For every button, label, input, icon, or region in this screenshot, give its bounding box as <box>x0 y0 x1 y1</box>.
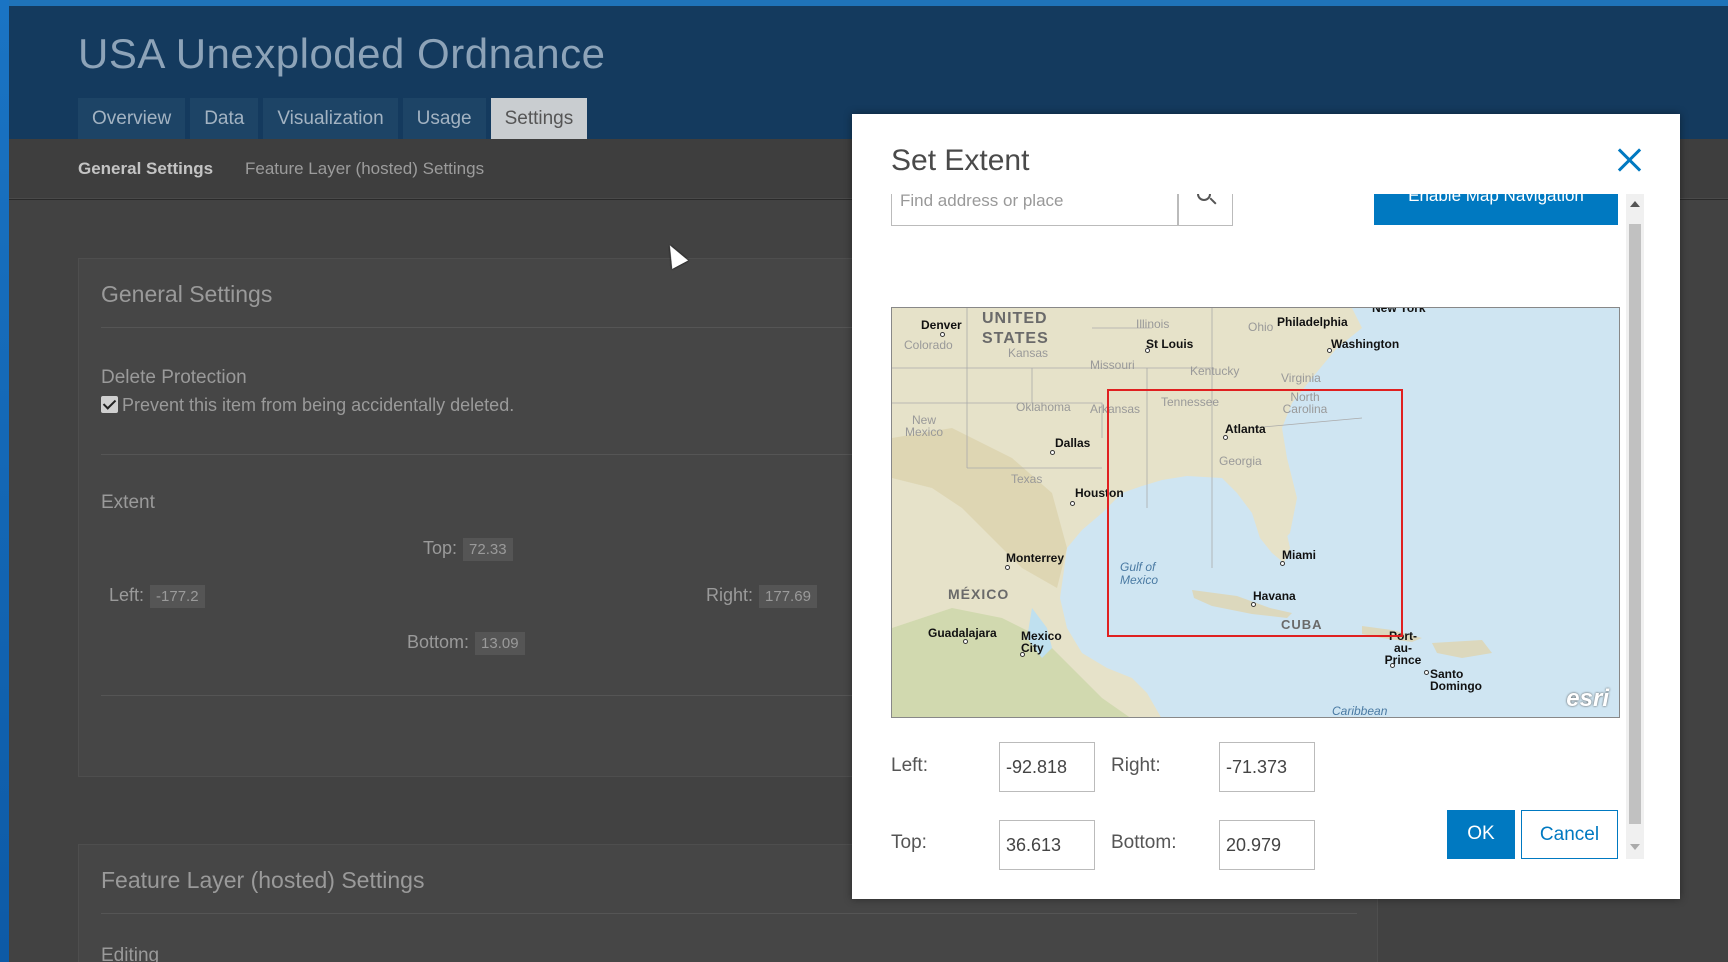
divider <box>101 913 1357 914</box>
extent-right-label: Right: <box>706 585 754 605</box>
map-label: Denver <box>921 318 962 332</box>
search-input[interactable]: Find address or place <box>891 194 1178 226</box>
extent-left-label: Left: <box>109 585 145 605</box>
dialog-body: Find address or place Enable Map Navigat… <box>852 194 1652 894</box>
map-label: Guadalajara <box>928 626 997 640</box>
map-label: Mexico City <box>1021 629 1062 655</box>
extent-bottom-value: 13.09 <box>475 632 525 655</box>
map-label: St Louis <box>1146 337 1194 351</box>
map-label: Kentucky <box>1190 364 1240 378</box>
general-settings-heading: General Settings <box>101 281 273 307</box>
map-label: Virginia <box>1281 371 1321 385</box>
city-marker <box>1050 450 1055 455</box>
map-label: Missouri <box>1090 358 1135 372</box>
city-marker <box>1005 565 1010 570</box>
tab-overview[interactable]: Overview <box>78 98 186 139</box>
extent-top-label: Top: <box>423 538 458 558</box>
dialog-scrollbar[interactable] <box>1626 194 1644 859</box>
map-label: Oklahoma <box>1016 400 1071 414</box>
cancel-button[interactable]: Cancel <box>1521 810 1618 859</box>
map-label: UNITED <box>982 310 1048 327</box>
city-marker <box>1390 663 1395 668</box>
window-frame-left <box>0 0 9 962</box>
extent-label: Extent <box>101 492 155 513</box>
feature-layer-heading: Feature Layer (hosted) Settings <box>101 867 425 893</box>
esri-logo: esri <box>1566 685 1609 712</box>
map-label: Philadelphia <box>1277 315 1348 329</box>
scroll-up-icon[interactable] <box>1630 201 1640 207</box>
map-label: Ohio <box>1248 320 1274 334</box>
map-label: Santo Domingo <box>1430 667 1482 693</box>
search-icon <box>1197 194 1211 201</box>
extent-right-value: 177.69 <box>759 585 817 608</box>
extent-left: Left: -177.2 <box>109 585 205 608</box>
tab-usage[interactable]: Usage <box>402 98 486 139</box>
tab-bar: Overview Data Visualization Usage Settin… <box>78 98 588 139</box>
enable-map-navigation-button[interactable]: Enable Map Navigation <box>1374 194 1618 225</box>
map-label: Colorado <box>904 338 953 352</box>
extent-bottom-label: Bottom: <box>407 632 470 652</box>
left-input[interactable]: -92.818 <box>999 742 1095 792</box>
city-marker <box>1020 652 1025 657</box>
dialog-title: Set Extent <box>891 144 1030 177</box>
map-label: MÉXICO <box>948 586 1010 602</box>
right-label: Right: <box>1111 755 1161 776</box>
extent-top: Top: 72.33 <box>423 538 513 561</box>
delete-protection-row: Prevent this item from being accidentall… <box>101 395 514 416</box>
map-label: Monterrey <box>1006 551 1065 565</box>
map-label: New Mexico <box>904 413 943 439</box>
subnav-feature-layer-settings[interactable]: Feature Layer (hosted) Settings <box>245 159 484 179</box>
tab-data[interactable]: Data <box>190 98 259 139</box>
city-marker <box>963 639 968 644</box>
bottom-input[interactable]: 20.979 <box>1219 820 1315 870</box>
map-label: Washington <box>1331 337 1400 351</box>
extent-top-value: 72.33 <box>463 538 513 561</box>
delete-protection-checkbox[interactable] <box>101 396 118 413</box>
ok-button[interactable]: OK <box>1447 810 1515 859</box>
close-icon[interactable] <box>1614 144 1644 174</box>
map-label: Caribbean <box>1332 704 1388 718</box>
map-label: Kansas <box>1008 346 1049 360</box>
set-extent-dialog: Set Extent Find address or place Enable … <box>852 114 1680 899</box>
top-input[interactable]: 36.613 <box>999 820 1095 870</box>
bottom-label: Bottom: <box>1111 832 1177 853</box>
tab-settings[interactable]: Settings <box>490 98 588 139</box>
city-marker <box>1070 501 1075 506</box>
map-label: Illinois <box>1136 317 1170 331</box>
city-marker <box>940 332 945 337</box>
scroll-thumb[interactable] <box>1629 224 1641 824</box>
map-label: Dallas <box>1055 436 1091 450</box>
left-label: Left: <box>891 755 928 776</box>
city-marker <box>1327 348 1332 353</box>
top-label: Top: <box>891 832 927 853</box>
extent-left-value: -177.2 <box>150 585 205 608</box>
search-button[interactable] <box>1178 194 1233 226</box>
city-marker <box>1145 348 1150 353</box>
extent-map[interactable]: Denver Colorado UNITED STATES Kansas Ill… <box>891 307 1620 718</box>
tab-visualization[interactable]: Visualization <box>263 98 398 139</box>
map-label: New York <box>1372 307 1426 315</box>
extent-bottom: Bottom: 13.09 <box>407 632 525 655</box>
page-title: USA Unexploded Ordnance <box>78 30 606 77</box>
right-input[interactable]: -71.373 <box>1219 742 1315 792</box>
scroll-down-icon[interactable] <box>1630 844 1640 850</box>
delete-protection-label: Delete Protection <box>101 367 247 388</box>
map-label: Texas <box>1011 472 1043 486</box>
city-marker <box>1424 670 1429 675</box>
extent-rectangle[interactable] <box>1107 389 1403 637</box>
subnav-general-settings[interactable]: General Settings <box>78 159 213 179</box>
delete-protection-text: Prevent this item from being accidentall… <box>122 395 515 415</box>
editing-label: Editing <box>101 945 160 962</box>
extent-right: Right: 177.69 <box>706 585 817 608</box>
